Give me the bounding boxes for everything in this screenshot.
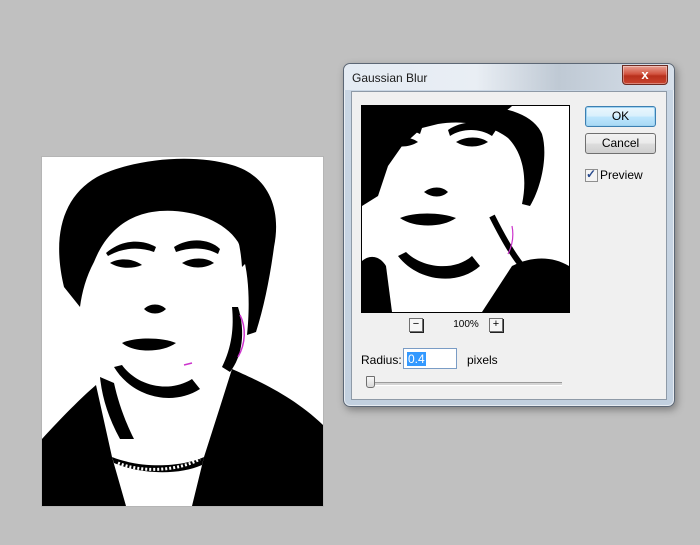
radius-input[interactable]: 0.4 [403,348,457,369]
radius-slider-thumb[interactable] [366,376,375,388]
radius-label: Radius: [361,353,402,367]
preview-pane[interactable] [361,105,570,313]
gaussian-blur-dialog: Gaussian Blur x − 100% + OK Cancel ✓ Pre… [343,63,675,407]
cancel-button[interactable]: Cancel [585,133,656,154]
title-bar[interactable]: Gaussian Blur x [344,64,674,90]
ok-button[interactable]: OK [585,106,656,127]
radius-unit-label: pixels [467,353,498,367]
zoom-level-text: 100% [453,319,479,330]
portrait-image [42,158,323,506]
preview-image [362,106,569,312]
checkmark-icon: ✓ [586,167,597,181]
radius-value: 0.4 [407,352,426,366]
preview-checkbox[interactable]: ✓ [585,167,598,182]
zoom-in-button[interactable]: + [489,318,503,332]
dialog-title: Gaussian Blur [352,71,428,85]
dialog-body: − 100% + OK Cancel ✓ Preview Radius: 0.4… [351,91,667,400]
zoom-out-button[interactable]: − [409,318,423,332]
radius-slider-track[interactable] [367,382,562,386]
document-canvas[interactable] [42,157,323,506]
preview-checkbox-label[interactable]: Preview [600,168,643,182]
close-button[interactable]: x [622,65,668,85]
